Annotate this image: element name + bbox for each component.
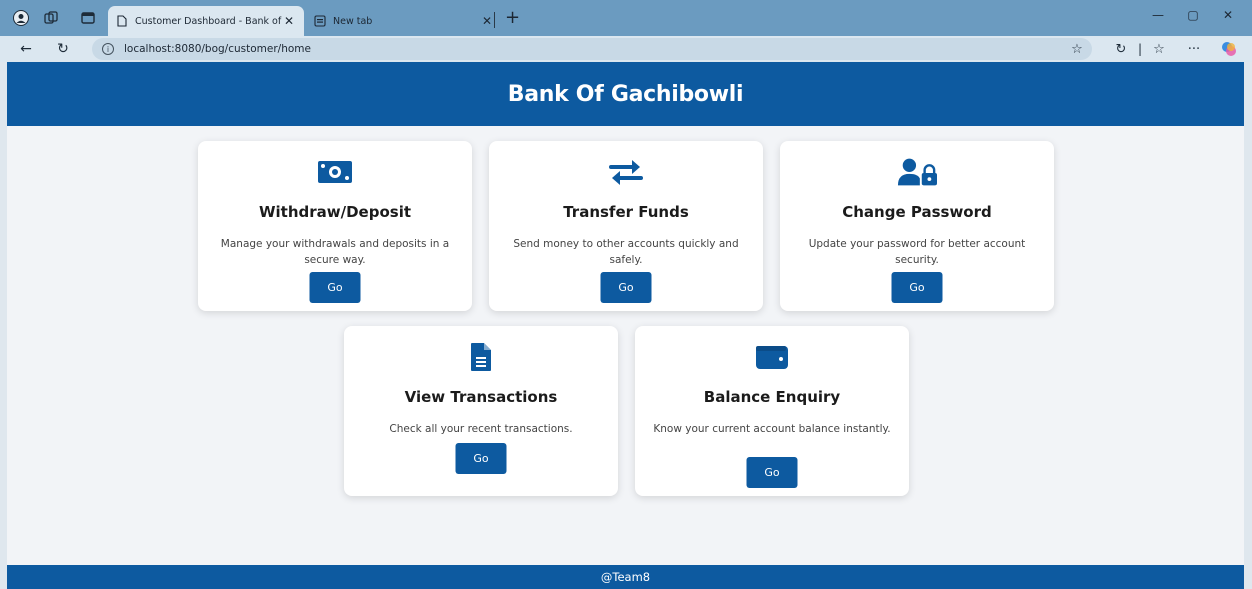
tab-customer-dashboard[interactable]: Customer Dashboard - Bank of G ✕ <box>108 6 304 36</box>
card-balance-enquiry: Balance Enquiry Know your current accoun… <box>635 326 909 496</box>
address-bar[interactable]: i localhost:8080/bog/customer/home <box>92 38 1092 60</box>
copilot-refresh-icon[interactable]: ↻ <box>1112 40 1130 58</box>
refresh-icon[interactable]: ↻ <box>53 39 73 59</box>
card-description: Send money to other accounts quickly and… <box>513 238 739 266</box>
address-toolbar: ← ↻ i localhost:8080/bog/customer/home ☆… <box>0 36 1252 62</box>
minimize-icon[interactable]: — <box>1147 8 1169 22</box>
window-close-icon[interactable]: ✕ <box>1217 8 1239 22</box>
restore-icon[interactable]: ▢ <box>1182 8 1204 22</box>
profile-avatar-icon[interactable] <box>11 8 31 28</box>
site-header: Bank Of Gachibowli <box>7 62 1244 126</box>
close-tab-icon[interactable]: ✕ <box>282 14 296 28</box>
new-tab-page-icon <box>314 14 326 28</box>
tab-actions-icon[interactable] <box>78 8 98 28</box>
balance-enquiry-go-button[interactable]: Go <box>746 457 798 488</box>
site-footer: @Team8 <box>7 565 1244 589</box>
card-view-transactions: View Transactions Check all your recent … <box>344 326 618 496</box>
workspaces-icon[interactable] <box>41 8 61 28</box>
card-transfer-funds: Transfer Funds Send money to other accou… <box>489 141 763 311</box>
wallet-icon <box>752 340 792 374</box>
card-title: Transfer Funds <box>563 203 689 221</box>
tab-divider <box>494 12 495 28</box>
tab-new-tab[interactable]: New tab ✕ <box>306 6 502 36</box>
tab-title: New tab <box>333 15 373 27</box>
back-arrow-icon[interactable]: ← <box>16 39 36 59</box>
browser-tab-bar: Customer Dashboard - Bank of G ✕ New tab… <box>0 0 1252 36</box>
more-menu-icon[interactable]: ··· <box>1185 40 1203 58</box>
favorites-list-icon[interactable]: ☆ <box>1150 40 1168 58</box>
card-title: Change Password <box>842 203 992 221</box>
card-withdraw-deposit: Withdraw/Deposit Manage your withdrawals… <box>198 141 472 311</box>
tab-title: Customer Dashboard - Bank of G <box>135 15 282 27</box>
card-title: Balance Enquiry <box>703 388 841 406</box>
user-lock-icon <box>897 155 937 189</box>
card-description: Check all your recent transactions. <box>389 423 573 435</box>
url-text[interactable]: localhost:8080/bog/customer/home <box>124 43 311 55</box>
card-description: Manage your withdrawals and deposits in … <box>220 238 450 266</box>
document-icon <box>461 340 501 374</box>
favorite-star-icon[interactable]: ☆ <box>1068 40 1086 58</box>
page-title: Bank Of Gachibowli <box>507 81 744 107</box>
card-change-password: Change Password Update your password for… <box>780 141 1054 311</box>
withdraw-deposit-go-button[interactable]: Go <box>309 272 361 303</box>
footer-text: @Team8 <box>600 570 651 584</box>
new-tab-plus-icon[interactable]: + <box>505 7 520 28</box>
card-title: View Transactions <box>404 388 558 406</box>
money-bill-icon <box>315 155 355 189</box>
transfer-funds-go-button[interactable]: Go <box>600 272 652 303</box>
site-info-icon[interactable]: i <box>102 43 114 55</box>
card-description: Know your current account balance instan… <box>653 423 891 435</box>
change-password-go-button[interactable]: Go <box>891 272 943 303</box>
page-icon <box>116 14 128 28</box>
view-transactions-go-button[interactable]: Go <box>455 443 507 474</box>
close-tab-icon[interactable]: ✕ <box>480 14 494 28</box>
toolbar-divider: | <box>1137 42 1143 56</box>
page-viewport: Bank Of Gachibowli Withdraw/Deposit Mana… <box>7 62 1244 589</box>
transfer-arrows-icon <box>606 155 646 189</box>
card-title: Withdraw/Deposit <box>258 203 412 221</box>
copilot-icon[interactable] <box>1220 40 1238 58</box>
card-description: Update your password for better account … <box>808 238 1026 266</box>
